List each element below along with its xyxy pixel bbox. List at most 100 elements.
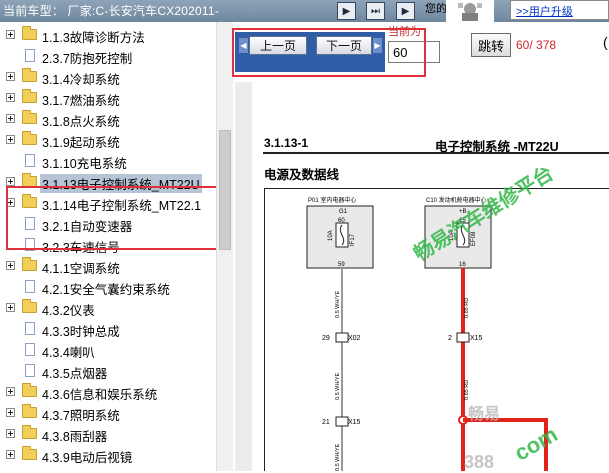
tree-item-label: 4.3.9电动后视镜 (42, 451, 133, 465)
tree-item-label: 4.3.7照明系统 (42, 409, 120, 423)
tree-item-label: 3.1.8点火系统 (42, 115, 120, 129)
tree-item-label: 3.1.4冷却系统 (42, 73, 120, 87)
tree-item-label: 3.1.9起动系统 (42, 136, 120, 150)
tree-item[interactable]: 3.1.7燃油系统 (0, 87, 217, 108)
folder-icon (22, 446, 37, 460)
document-icon (25, 280, 35, 293)
folder-icon (22, 404, 37, 418)
tree-item[interactable]: 4.3.5点烟器 (0, 360, 217, 381)
expand-icon[interactable] (6, 135, 15, 144)
tree-item[interactable]: 4.3.4喇叭 (0, 339, 217, 360)
current-car-model: 当前车型： 厂家:C-长安汽车CX202011- (3, 4, 219, 18)
play-icon[interactable]: ▶ (337, 2, 356, 20)
tree-item-label: 4.1.1空调系统 (42, 262, 120, 276)
forward-icon[interactable]: ▶ (396, 2, 415, 20)
nav-highlight-box (232, 28, 426, 77)
left-box-pin: G1 (339, 209, 348, 215)
user-upgrade-link[interactable]: >>用户升级 (510, 0, 609, 20)
expand-icon[interactable] (6, 72, 15, 81)
document-icon (25, 364, 35, 377)
left-pin-top: 60 (338, 218, 345, 224)
page-nav-area: ◀ 上一页 下一页 ▶ 当前为 60 跳转 60/ 378 ( (232, 22, 609, 82)
selection-highlight-box (6, 186, 217, 250)
tree-item-label: 4.3.6信息和娱乐系统 (42, 388, 158, 402)
conn-left-2: X15 (348, 419, 361, 426)
wiring-diagram: P01 室内电器中心 G1 10A IF17 60 59 C10 发动机舱电器中… (306, 196, 548, 471)
tree-item-label: 3.1.10充电系统 (42, 157, 127, 171)
tree-item[interactable]: 3.1.8点火系统 (0, 108, 217, 129)
tree-item-label: 4.2.1安全气囊约束系统 (42, 283, 170, 297)
tree-item-label: 4.3.4喇叭 (42, 346, 95, 360)
folder-icon (22, 26, 37, 40)
tree-item[interactable]: 3.1.10充电系统 (0, 150, 217, 171)
wire-label-4: 0.85 RD (464, 298, 470, 318)
document-icon (25, 49, 35, 62)
expand-icon[interactable] (6, 93, 15, 102)
tree-item-label: 4.3.5点烟器 (42, 367, 108, 381)
tree-item[interactable]: 4.2.1安全气囊约束系统 (0, 276, 217, 297)
paren-text: ( (603, 34, 608, 50)
folder-icon (22, 299, 37, 313)
tree-item[interactable]: 4.3.3时钟总成 (0, 318, 217, 339)
skip-icon[interactable]: ⏭ (366, 2, 385, 20)
tree-item[interactable]: 4.3.8雨刮器 (0, 423, 217, 444)
tree-item[interactable]: 4.3.9电动后视镜 (0, 444, 217, 465)
conn-left-1-pin: 29 (322, 335, 330, 342)
expand-icon[interactable] (6, 387, 15, 396)
tree-scrollbar[interactable] (216, 22, 233, 471)
tree-item-label: 1.1.3故障诊断方法 (42, 31, 145, 45)
tree-item[interactable]: 1.1.3故障诊断方法 (0, 24, 217, 45)
left-fuse-id: IF17 (350, 233, 356, 246)
left-box-title: P01 室内电器中心 (308, 196, 356, 204)
document-icon (25, 154, 35, 167)
expand-icon[interactable] (6, 450, 15, 459)
document-icon (25, 343, 35, 356)
tree-item[interactable]: 2.3.7防抱死控制 (0, 45, 217, 66)
folder-icon (22, 257, 37, 271)
folder-icon (22, 383, 37, 397)
tree-item[interactable]: 3.1.4冷却系统 (0, 66, 217, 87)
wire-label-1: 0.5 WH/YE (335, 290, 341, 318)
tree-item[interactable]: 4.3.6信息和娱乐系统 (0, 381, 217, 402)
expand-icon[interactable] (6, 408, 15, 417)
user-info-text: 您的 (425, 3, 447, 15)
catalog-tree: 1.1.3故障诊断方法 2.3.7防抱死控制 3.1.4冷却系统 3.1.7燃油系统 3… (0, 22, 218, 471)
wire-label-2: 0.5 WH/YE (335, 372, 341, 400)
expand-icon[interactable] (6, 177, 15, 186)
expand-icon[interactable] (6, 429, 15, 438)
expand-icon[interactable] (6, 261, 15, 270)
left-fuse-rating: 10A (328, 230, 334, 241)
page-count: 60/ 378 (516, 38, 557, 52)
tree-item[interactable]: 4.3.7照明系统 (0, 402, 217, 423)
watermark-gray-1: 畅易 (468, 406, 501, 423)
tree-item[interactable]: 3.1.9起动系统 (0, 129, 217, 150)
folder-icon (22, 110, 37, 124)
watermark-gray-2: 388 (464, 452, 495, 472)
folder-icon (22, 89, 37, 103)
wire-label-3: 0.5 WH/YE (335, 443, 341, 471)
conn-right-1-pin: 2 (448, 335, 452, 342)
tree-item[interactable]: 4.1.1空调系统 (0, 255, 217, 276)
folder-icon (22, 131, 37, 145)
folder-icon (22, 68, 37, 82)
expand-icon[interactable] (6, 114, 15, 123)
top-toolbar: 当前车型： 厂家:C-长安汽车CX202011- ▶ ⏭ ▶ 您的 >>用户升级 (0, 0, 609, 22)
jump-button[interactable]: 跳转 (471, 33, 511, 57)
conn-left-2-pin: 21 (322, 419, 330, 426)
expand-icon[interactable] (6, 30, 15, 39)
conn-right-1: X15 (470, 335, 483, 342)
tree-item-label: 4.3.3时钟总成 (42, 325, 120, 339)
tree-item-label: 4.3.2仪表 (42, 304, 95, 318)
tree-item-label: 2.3.7防抱死控制 (42, 52, 133, 66)
document-icon (25, 322, 35, 335)
tree-item[interactable]: 4.3.2仪表 (0, 297, 217, 318)
manual-page: 3.1.13-1 电子控制系统 -MT22U 电源及数据线 P01 室内电器中心… (252, 82, 609, 472)
right-pin-bottom: 16 (459, 262, 466, 268)
tree-item-label: 4.3.8雨刮器 (42, 430, 108, 444)
conn-left-1: X02 (348, 335, 361, 342)
left-pin-bottom: 59 (338, 262, 345, 268)
folder-icon (22, 425, 37, 439)
expand-icon[interactable] (6, 303, 15, 312)
tree-scroll-thumb[interactable] (219, 130, 231, 250)
document-viewer: ◀ 上一页 下一页 ▶ 当前为 60 跳转 60/ 378 ( 3.1.13-1… (232, 22, 609, 472)
